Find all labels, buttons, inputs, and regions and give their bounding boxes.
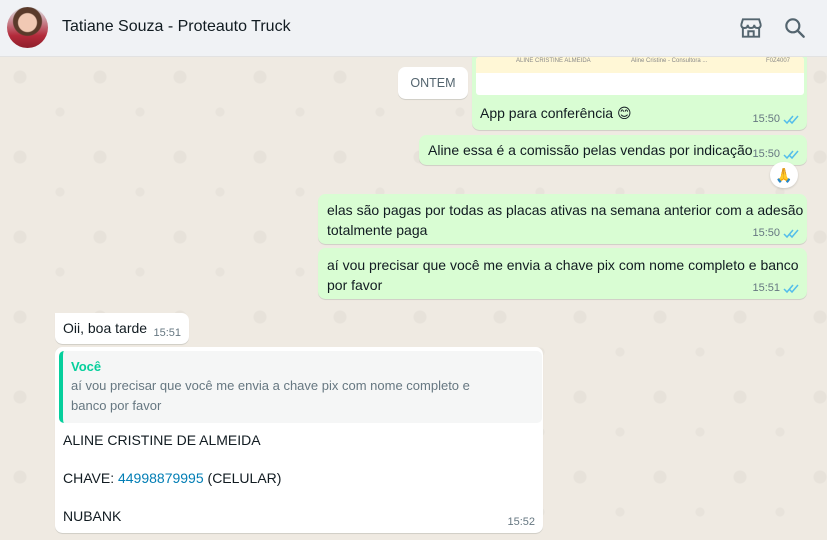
message-text: Aline essa é a comissão pelas vendas por… <box>428 142 753 158</box>
date-divider: ONTEM <box>398 67 468 99</box>
quote-author: Você <box>71 359 102 374</box>
chat-header: Tatiane Souza - Proteauto Truck <box>0 0 827 57</box>
message-bubble[interactable]: Aline essa é a comissão pelas vendas por… <box>419 135 807 165</box>
message-meta: 15:50 <box>752 148 799 160</box>
image-caption: App para conferência 😊 <box>480 105 632 121</box>
message-bubble[interactable]: aí vou precisar que você me envia a chav… <box>318 248 807 299</box>
message-text: Oii, boa tarde <box>63 320 148 336</box>
message-bubble-incoming[interactable]: Você aí vou precisar que você me envia a… <box>55 347 543 533</box>
contact-avatar[interactable] <box>7 7 48 48</box>
message-meta: 15:52 <box>507 516 535 528</box>
quote-text: aí vou precisar que você me envia a chav… <box>71 378 470 413</box>
read-ticks-icon <box>783 229 799 238</box>
message-meta: 15:51 <box>752 282 799 294</box>
message-meta: 15:50 <box>752 227 799 239</box>
message-meta: 15:50 <box>752 113 799 125</box>
pix-bank: NUBANK <box>63 508 122 524</box>
message-text: elas são pagas por todas as placas ativa… <box>327 202 804 238</box>
read-ticks-icon <box>783 115 799 124</box>
search-icon[interactable] <box>782 15 808 41</box>
smile-emoji: 😊 <box>616 105 632 121</box>
read-ticks-icon <box>783 284 799 293</box>
pix-key-line: CHAVE: 44998879995 (CELULAR) <box>63 470 282 486</box>
contact-name[interactable]: Tatiane Souza - Proteauto Truck <box>62 18 291 36</box>
phone-link[interactable]: 44998879995 <box>118 470 204 486</box>
message-bubble[interactable]: elas são pagas por todas as placas ativa… <box>318 194 807 244</box>
storefront-icon[interactable] <box>738 15 764 41</box>
read-ticks-icon <box>783 150 799 159</box>
quoted-message[interactable]: Você aí vou precisar que você me envia a… <box>59 351 542 423</box>
reaction-emoji[interactable]: 🙏 <box>770 162 798 188</box>
message-bubble-incoming[interactable]: Oii, boa tarde 15:51 <box>55 313 189 344</box>
image-preview[interactable]: ALINE CRISTINE ALMEIDA Aline Cristine - … <box>476 57 804 95</box>
message-meta: 15:51 <box>153 327 181 339</box>
pix-name: ALINE CRISTINE DE ALMEIDA <box>63 432 261 448</box>
message-text: aí vou precisar que você me envia a chav… <box>327 257 799 293</box>
